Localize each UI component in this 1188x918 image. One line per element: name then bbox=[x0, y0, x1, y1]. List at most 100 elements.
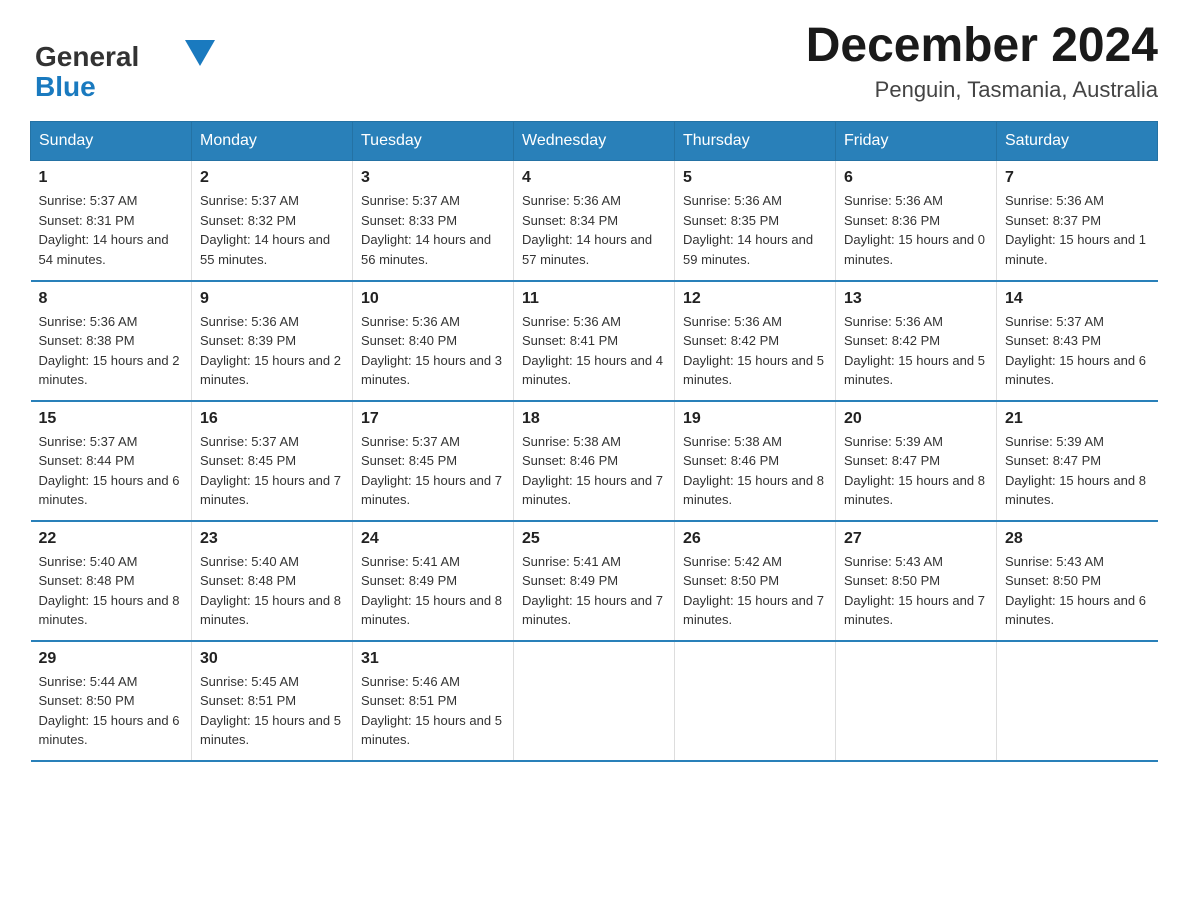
day-info: Sunrise: 5:37 AMSunset: 8:45 PMDaylight:… bbox=[200, 434, 341, 508]
day-info: Sunrise: 5:36 AMSunset: 8:41 PMDaylight:… bbox=[522, 314, 663, 388]
day-info: Sunrise: 5:42 AMSunset: 8:50 PMDaylight:… bbox=[683, 554, 824, 628]
day-number: 21 bbox=[1005, 410, 1150, 428]
day-number: 30 bbox=[200, 650, 344, 668]
day-number: 14 bbox=[1005, 290, 1150, 308]
day-number: 7 bbox=[1005, 169, 1150, 187]
day-number: 28 bbox=[1005, 530, 1150, 548]
day-cell bbox=[514, 641, 675, 761]
day-cell bbox=[836, 641, 997, 761]
day-cell: 8 Sunrise: 5:36 AMSunset: 8:38 PMDayligh… bbox=[31, 281, 192, 401]
day-number: 5 bbox=[683, 169, 827, 187]
day-cell: 28 Sunrise: 5:43 AMSunset: 8:50 PMDaylig… bbox=[997, 521, 1158, 641]
day-cell: 2 Sunrise: 5:37 AMSunset: 8:32 PMDayligh… bbox=[192, 161, 353, 281]
header-row: Sunday Monday Tuesday Wednesday Thursday… bbox=[31, 122, 1158, 161]
day-cell bbox=[997, 641, 1158, 761]
week-row-1: 1 Sunrise: 5:37 AMSunset: 8:31 PMDayligh… bbox=[31, 161, 1158, 281]
day-info: Sunrise: 5:39 AMSunset: 8:47 PMDaylight:… bbox=[844, 434, 985, 508]
day-number: 6 bbox=[844, 169, 988, 187]
day-info: Sunrise: 5:36 AMSunset: 8:37 PMDaylight:… bbox=[1005, 193, 1146, 267]
day-info: Sunrise: 5:41 AMSunset: 8:49 PMDaylight:… bbox=[361, 554, 502, 628]
day-cell: 29 Sunrise: 5:44 AMSunset: 8:50 PMDaylig… bbox=[31, 641, 192, 761]
day-cell: 23 Sunrise: 5:40 AMSunset: 8:48 PMDaylig… bbox=[192, 521, 353, 641]
day-info: Sunrise: 5:37 AMSunset: 8:43 PMDaylight:… bbox=[1005, 314, 1146, 388]
day-cell: 21 Sunrise: 5:39 AMSunset: 8:47 PMDaylig… bbox=[997, 401, 1158, 521]
day-info: Sunrise: 5:37 AMSunset: 8:32 PMDaylight:… bbox=[200, 193, 330, 267]
day-number: 24 bbox=[361, 530, 505, 548]
day-info: Sunrise: 5:36 AMSunset: 8:42 PMDaylight:… bbox=[844, 314, 985, 388]
day-number: 23 bbox=[200, 530, 344, 548]
day-cell bbox=[675, 641, 836, 761]
page-header: General Blue December 2024 Penguin, Tasm… bbox=[30, 20, 1158, 103]
day-info: Sunrise: 5:36 AMSunset: 8:38 PMDaylight:… bbox=[39, 314, 180, 388]
day-info: Sunrise: 5:38 AMSunset: 8:46 PMDaylight:… bbox=[522, 434, 663, 508]
day-number: 12 bbox=[683, 290, 827, 308]
day-cell: 30 Sunrise: 5:45 AMSunset: 8:51 PMDaylig… bbox=[192, 641, 353, 761]
col-thursday: Thursday bbox=[675, 122, 836, 161]
location: Penguin, Tasmania, Australia bbox=[806, 77, 1158, 103]
day-info: Sunrise: 5:36 AMSunset: 8:42 PMDaylight:… bbox=[683, 314, 824, 388]
day-number: 26 bbox=[683, 530, 827, 548]
day-cell: 13 Sunrise: 5:36 AMSunset: 8:42 PMDaylig… bbox=[836, 281, 997, 401]
day-number: 29 bbox=[39, 650, 184, 668]
svg-text:Blue: Blue bbox=[35, 71, 96, 102]
day-number: 25 bbox=[522, 530, 666, 548]
day-cell: 25 Sunrise: 5:41 AMSunset: 8:49 PMDaylig… bbox=[514, 521, 675, 641]
day-cell: 11 Sunrise: 5:36 AMSunset: 8:41 PMDaylig… bbox=[514, 281, 675, 401]
day-info: Sunrise: 5:39 AMSunset: 8:47 PMDaylight:… bbox=[1005, 434, 1146, 508]
week-row-4: 22 Sunrise: 5:40 AMSunset: 8:48 PMDaylig… bbox=[31, 521, 1158, 641]
col-saturday: Saturday bbox=[997, 122, 1158, 161]
day-cell: 6 Sunrise: 5:36 AMSunset: 8:36 PMDayligh… bbox=[836, 161, 997, 281]
col-tuesday: Tuesday bbox=[353, 122, 514, 161]
day-number: 20 bbox=[844, 410, 988, 428]
day-info: Sunrise: 5:43 AMSunset: 8:50 PMDaylight:… bbox=[844, 554, 985, 628]
week-row-5: 29 Sunrise: 5:44 AMSunset: 8:50 PMDaylig… bbox=[31, 641, 1158, 761]
day-number: 31 bbox=[361, 650, 505, 668]
day-number: 13 bbox=[844, 290, 988, 308]
day-number: 1 bbox=[39, 169, 184, 187]
day-number: 10 bbox=[361, 290, 505, 308]
day-info: Sunrise: 5:38 AMSunset: 8:46 PMDaylight:… bbox=[683, 434, 824, 508]
day-info: Sunrise: 5:45 AMSunset: 8:51 PMDaylight:… bbox=[200, 674, 341, 748]
day-info: Sunrise: 5:37 AMSunset: 8:31 PMDaylight:… bbox=[39, 193, 169, 267]
week-row-3: 15 Sunrise: 5:37 AMSunset: 8:44 PMDaylig… bbox=[31, 401, 1158, 521]
day-number: 9 bbox=[200, 290, 344, 308]
day-cell: 12 Sunrise: 5:36 AMSunset: 8:42 PMDaylig… bbox=[675, 281, 836, 401]
day-number: 19 bbox=[683, 410, 827, 428]
day-number: 11 bbox=[522, 290, 666, 308]
col-sunday: Sunday bbox=[31, 122, 192, 161]
day-number: 17 bbox=[361, 410, 505, 428]
day-info: Sunrise: 5:44 AMSunset: 8:50 PMDaylight:… bbox=[39, 674, 180, 748]
day-info: Sunrise: 5:36 AMSunset: 8:36 PMDaylight:… bbox=[844, 193, 985, 267]
day-info: Sunrise: 5:36 AMSunset: 8:40 PMDaylight:… bbox=[361, 314, 502, 388]
day-number: 27 bbox=[844, 530, 988, 548]
day-info: Sunrise: 5:36 AMSunset: 8:39 PMDaylight:… bbox=[200, 314, 341, 388]
day-cell: 4 Sunrise: 5:36 AMSunset: 8:34 PMDayligh… bbox=[514, 161, 675, 281]
day-number: 4 bbox=[522, 169, 666, 187]
day-cell: 18 Sunrise: 5:38 AMSunset: 8:46 PMDaylig… bbox=[514, 401, 675, 521]
day-cell: 3 Sunrise: 5:37 AMSunset: 8:33 PMDayligh… bbox=[353, 161, 514, 281]
day-number: 15 bbox=[39, 410, 184, 428]
day-info: Sunrise: 5:37 AMSunset: 8:45 PMDaylight:… bbox=[361, 434, 502, 508]
day-cell: 19 Sunrise: 5:38 AMSunset: 8:46 PMDaylig… bbox=[675, 401, 836, 521]
col-friday: Friday bbox=[836, 122, 997, 161]
day-info: Sunrise: 5:36 AMSunset: 8:34 PMDaylight:… bbox=[522, 193, 652, 267]
calendar-table: Sunday Monday Tuesday Wednesday Thursday… bbox=[30, 121, 1158, 762]
day-number: 16 bbox=[200, 410, 344, 428]
day-number: 2 bbox=[200, 169, 344, 187]
day-number: 18 bbox=[522, 410, 666, 428]
logo: General Blue bbox=[30, 20, 220, 103]
logo-svg: General Blue bbox=[30, 28, 220, 103]
month-title: December 2024 bbox=[806, 20, 1158, 73]
day-number: 3 bbox=[361, 169, 505, 187]
day-cell: 14 Sunrise: 5:37 AMSunset: 8:43 PMDaylig… bbox=[997, 281, 1158, 401]
day-cell: 24 Sunrise: 5:41 AMSunset: 8:49 PMDaylig… bbox=[353, 521, 514, 641]
col-wednesday: Wednesday bbox=[514, 122, 675, 161]
day-cell: 5 Sunrise: 5:36 AMSunset: 8:35 PMDayligh… bbox=[675, 161, 836, 281]
day-info: Sunrise: 5:46 AMSunset: 8:51 PMDaylight:… bbox=[361, 674, 502, 748]
day-cell: 17 Sunrise: 5:37 AMSunset: 8:45 PMDaylig… bbox=[353, 401, 514, 521]
day-cell: 1 Sunrise: 5:37 AMSunset: 8:31 PMDayligh… bbox=[31, 161, 192, 281]
day-cell: 7 Sunrise: 5:36 AMSunset: 8:37 PMDayligh… bbox=[997, 161, 1158, 281]
day-info: Sunrise: 5:36 AMSunset: 8:35 PMDaylight:… bbox=[683, 193, 813, 267]
day-cell: 15 Sunrise: 5:37 AMSunset: 8:44 PMDaylig… bbox=[31, 401, 192, 521]
day-number: 22 bbox=[39, 530, 184, 548]
